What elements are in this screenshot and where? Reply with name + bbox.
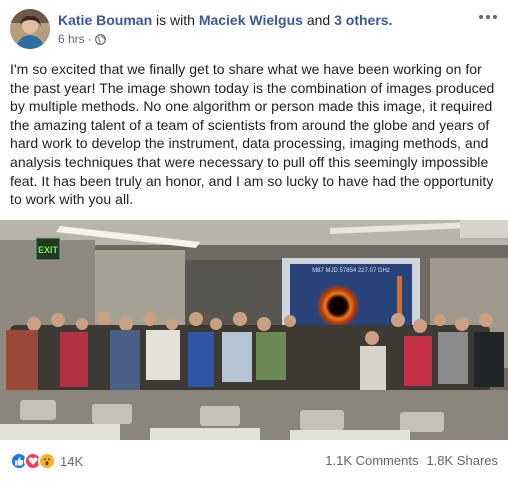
- tagged-others[interactable]: 3 others.: [334, 12, 392, 28]
- post-header: Katie Bouman is with Maciek Wielgus and …: [0, 0, 508, 52]
- avatar[interactable]: [10, 9, 50, 49]
- author-name[interactable]: Katie Bouman: [58, 12, 152, 28]
- tagged-person[interactable]: Maciek Wielgus: [199, 12, 303, 28]
- globe-icon[interactable]: [94, 33, 106, 45]
- post-text: I'm so excited that we finally get to sh…: [10, 61, 495, 208]
- exit-sign: EXIT: [38, 245, 59, 255]
- shares-count[interactable]: 1.8K Shares: [426, 453, 498, 468]
- post-footer: 14K 1.1K Comments 1.8K Shares: [0, 440, 508, 489]
- reaction-count: 14K: [60, 453, 84, 469]
- reactions-summary[interactable]: 14K: [10, 452, 83, 470]
- author-line: Katie Bouman is with Maciek Wielgus and …: [58, 12, 392, 28]
- screen-caption: M87 MJD 57854 227.07 GHz: [312, 268, 390, 274]
- post-photo[interactable]: EXIT M87 MJD 57854 227.07 GHz: [0, 220, 508, 440]
- and-text: and: [306, 12, 331, 28]
- with-text: is with: [156, 12, 195, 28]
- meta-separator: ·: [87, 32, 92, 46]
- post-meta: 6 hrs ·: [58, 32, 106, 46]
- engagement-counts: 1.1K Comments 1.8K Shares: [325, 453, 498, 468]
- post-time[interactable]: 6 hrs: [58, 32, 85, 46]
- more-options-icon[interactable]: [478, 10, 498, 24]
- wow-icon: [38, 452, 56, 470]
- comments-count[interactable]: 1.1K Comments: [325, 453, 418, 468]
